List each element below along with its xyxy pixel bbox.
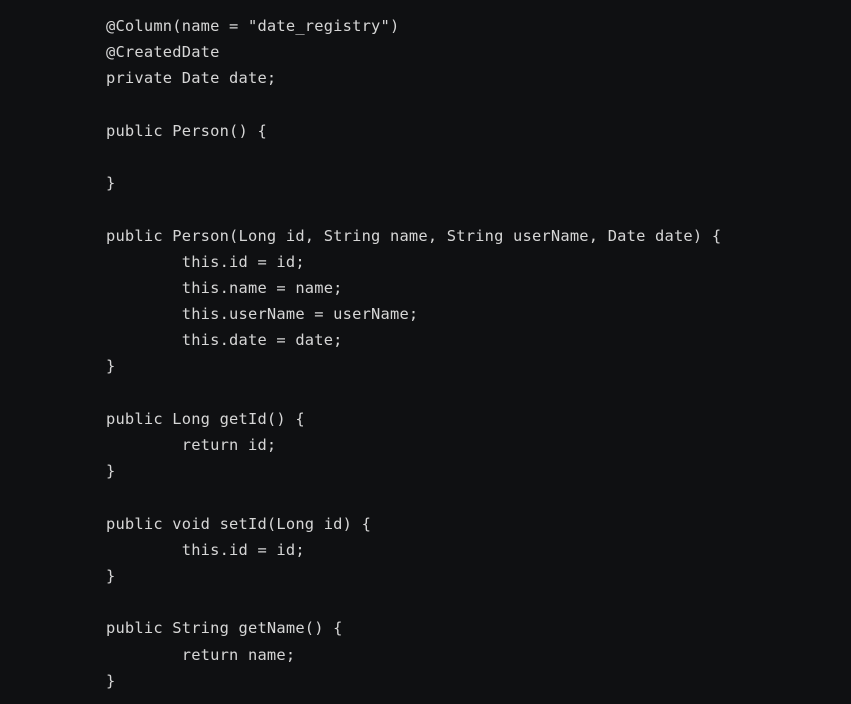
code-line: } — [106, 671, 116, 690]
code-line: } — [106, 357, 116, 376]
code-line: @Column(name = "date_registry") — [106, 17, 400, 35]
code-line: } — [106, 174, 116, 193]
code-line: public Long getId() { — [106, 409, 305, 428]
code-line: } — [106, 566, 116, 585]
code-lines: @Column(name = "date_registry") @Created… — [106, 13, 721, 694]
code-line: this.id = id; — [106, 540, 305, 559]
code-line: private Date date; — [106, 69, 277, 88]
code-viewer: @Column(name = "date_registry") @Created… — [0, 0, 851, 704]
code-line: this.name = name; — [106, 278, 343, 297]
code-line: public String getName() { — [106, 619, 343, 638]
code-line: @CreatedDate — [106, 43, 220, 62]
code-line: this.id = id; — [106, 252, 305, 271]
code-line: public Person() { — [106, 121, 267, 140]
code-line: public void setId(Long id) { — [106, 514, 372, 533]
code-line: return name; — [106, 645, 296, 664]
code-line: this.userName = userName; — [106, 305, 419, 324]
code-line: } — [106, 462, 116, 481]
code-line: public Person(Long id, String name, Stri… — [106, 226, 722, 245]
code-line: this.date = date; — [106, 331, 343, 350]
code-line: return id; — [106, 436, 277, 454]
